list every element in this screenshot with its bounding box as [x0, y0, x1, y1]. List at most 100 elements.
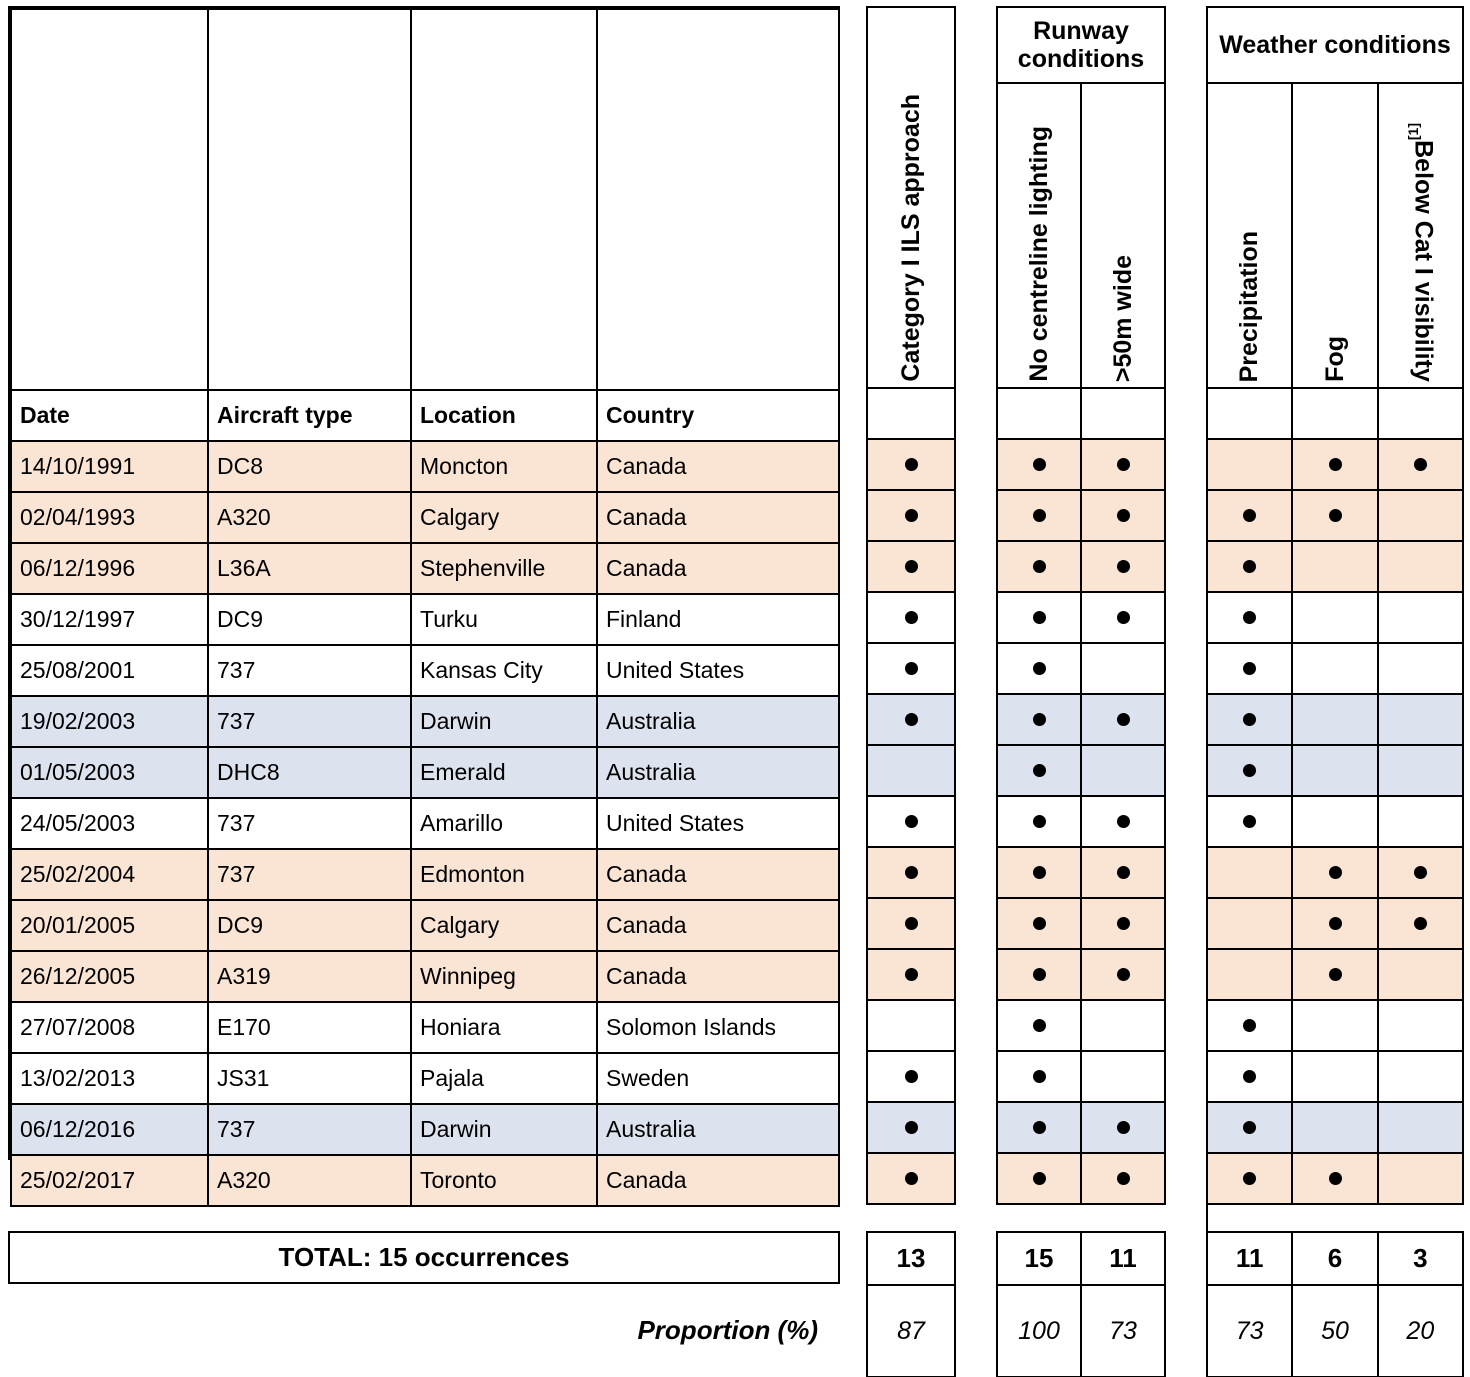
wide50-count: 11 — [1080, 1231, 1166, 1286]
wide50-cell — [1080, 438, 1166, 491]
table-row[interactable]: 26/12/2005 A319 Winnipeg Canada — [10, 950, 840, 1003]
date-cell: 06/12/1996 — [10, 542, 209, 595]
table-row[interactable]: 24/05/2003 737 Amarillo United States — [10, 797, 840, 850]
category-ils-row — [866, 489, 956, 542]
precip-cell — [1205, 438, 1294, 491]
weather-conditions-block: Weather conditions Precipitation Fog Bel… — [1205, 6, 1465, 1205]
condition-present-dot-icon — [1116, 713, 1130, 726]
table-row[interactable]: 25/02/2004 737 Edmonton Canada — [10, 848, 840, 901]
category-ils-row — [866, 540, 956, 593]
runway-conditions-row — [996, 1050, 1166, 1103]
runway-conditions-row — [996, 540, 1166, 593]
ils-count-row: 13 — [866, 1231, 956, 1286]
location-cell: Darwin — [410, 1103, 598, 1156]
category-ils-row — [866, 1101, 956, 1154]
category-ils-row — [866, 948, 956, 1001]
column-header-row: Date Aircraft type Location Country — [10, 389, 840, 442]
precip-cell — [1205, 744, 1294, 797]
fog-count: 6 — [1291, 1231, 1379, 1286]
date-cell: 24/05/2003 — [10, 797, 209, 850]
category-ils-row — [866, 1050, 956, 1103]
table-row[interactable]: 06/12/2016 737 Darwin Australia — [10, 1103, 840, 1156]
condition-present-dot-icon — [1243, 611, 1257, 624]
ils-header-row: Category I ILS approach — [866, 6, 956, 389]
wide50-cell — [1080, 1101, 1166, 1154]
condition-present-dot-icon — [1032, 560, 1046, 573]
below-cat1-cell — [1376, 744, 1465, 797]
runway-conditions-row — [996, 1101, 1166, 1154]
ils-count: 13 — [866, 1231, 956, 1286]
weather-conditions-row — [1205, 897, 1465, 950]
table-row[interactable]: 14/10/1991 DC8 Moncton Canada — [10, 440, 840, 493]
condition-present-dot-icon — [1116, 509, 1130, 522]
fog-cell — [1291, 489, 1379, 542]
no-centreline-cell — [996, 1101, 1082, 1154]
weather-conditions-row — [1205, 795, 1465, 848]
weather-header-below-cat1: Below Cat I visibility[1] — [1376, 82, 1465, 389]
fog-cell — [1291, 1050, 1379, 1103]
ils-cell — [866, 438, 956, 491]
weather-header-filler-row — [1205, 387, 1465, 440]
country-cell: Canada — [596, 848, 840, 901]
weather-header-fog-label: Fog — [1320, 336, 1349, 382]
condition-present-dot-icon — [1328, 968, 1342, 981]
precip-cell — [1205, 489, 1294, 542]
precip-cell — [1205, 948, 1294, 1001]
weather-conditions-row — [1205, 744, 1465, 797]
category-ils-block: Category I ILS approach — [866, 6, 956, 1205]
wide50-cell — [1080, 540, 1166, 593]
ils-cell — [866, 1101, 956, 1154]
date-cell: 30/12/1997 — [10, 593, 209, 646]
category-ils-row — [866, 744, 956, 797]
condition-present-dot-icon — [1243, 560, 1257, 573]
below-cat1-cell — [1376, 642, 1465, 695]
below-cat1-cell — [1376, 1152, 1465, 1205]
below-cat1-text: Below Cat I visibility — [1408, 140, 1437, 382]
table-row[interactable]: 27/07/2008 E170 Honiara Solomon Islands — [10, 1001, 840, 1054]
country-cell: United States — [596, 797, 840, 850]
condition-present-dot-icon — [1116, 560, 1130, 573]
below-cat1-cell — [1376, 438, 1465, 491]
below-cat1-cell — [1376, 693, 1465, 746]
weather-conditions-row — [1205, 489, 1465, 542]
runway-conditions-row — [996, 744, 1166, 797]
category-ils-summary: 13 87 — [866, 1231, 956, 1377]
aircraft-type-cell: JS31 — [207, 1052, 412, 1105]
condition-present-dot-icon — [904, 866, 918, 879]
table-row[interactable]: 01/05/2003 DHC8 Emerald Australia — [10, 746, 840, 799]
category-ils-row — [866, 693, 956, 746]
aircraft-type-cell: DHC8 — [207, 746, 412, 799]
table-row[interactable]: 19/02/2003 737 Darwin Australia — [10, 695, 840, 748]
weather-header-precipitation: Precipitation — [1205, 82, 1294, 389]
category-ils-row — [866, 846, 956, 899]
table-row[interactable]: 30/12/1997 DC9 Turku Finland — [10, 593, 840, 646]
table-row[interactable]: 13/02/2013 JS31 Pajala Sweden — [10, 1052, 840, 1105]
condition-present-dot-icon — [1032, 917, 1046, 930]
header-filler-cell — [1205, 387, 1294, 440]
location-cell: Toronto — [410, 1154, 598, 1207]
below-cat1-cell — [1376, 489, 1465, 542]
weather-conditions-row — [1205, 1101, 1465, 1154]
ils-cell — [866, 744, 956, 797]
occurrence-table-page: Date Aircraft type Location Country 14/10/19… — [0, 0, 1470, 1377]
table-row[interactable]: 20/01/2005 DC9 Calgary Canada — [10, 899, 840, 952]
condition-present-dot-icon — [1413, 917, 1427, 930]
country-cell: Australia — [596, 1103, 840, 1156]
condition-present-dot-icon — [904, 815, 918, 828]
table-row[interactable]: 02/04/1993 A320 Calgary Canada — [10, 491, 840, 544]
country-cell: Canada — [596, 491, 840, 544]
table-row[interactable]: 06/12/1996 L36A Stephenville Canada — [10, 542, 840, 595]
no-centreline-cell — [996, 693, 1082, 746]
condition-present-dot-icon — [1032, 713, 1046, 726]
precip-cell — [1205, 999, 1294, 1052]
category-ils-grid: Category I ILS approach — [866, 6, 956, 1205]
table-row[interactable]: 25/02/2017 A320 Toronto Canada — [10, 1154, 840, 1207]
location-cell: Winnipeg — [410, 950, 598, 1003]
condition-present-dot-icon — [904, 917, 918, 930]
weather-summary-grid: 11 6 3 73 50 20 — [1205, 1231, 1465, 1377]
fog-cell — [1291, 897, 1379, 950]
no-centreline-cell — [996, 744, 1082, 797]
no-centreline-proportion: 100 — [996, 1284, 1082, 1377]
table-row[interactable]: 25/08/2001 737 Kansas City United States — [10, 644, 840, 697]
ils-cell — [866, 693, 956, 746]
